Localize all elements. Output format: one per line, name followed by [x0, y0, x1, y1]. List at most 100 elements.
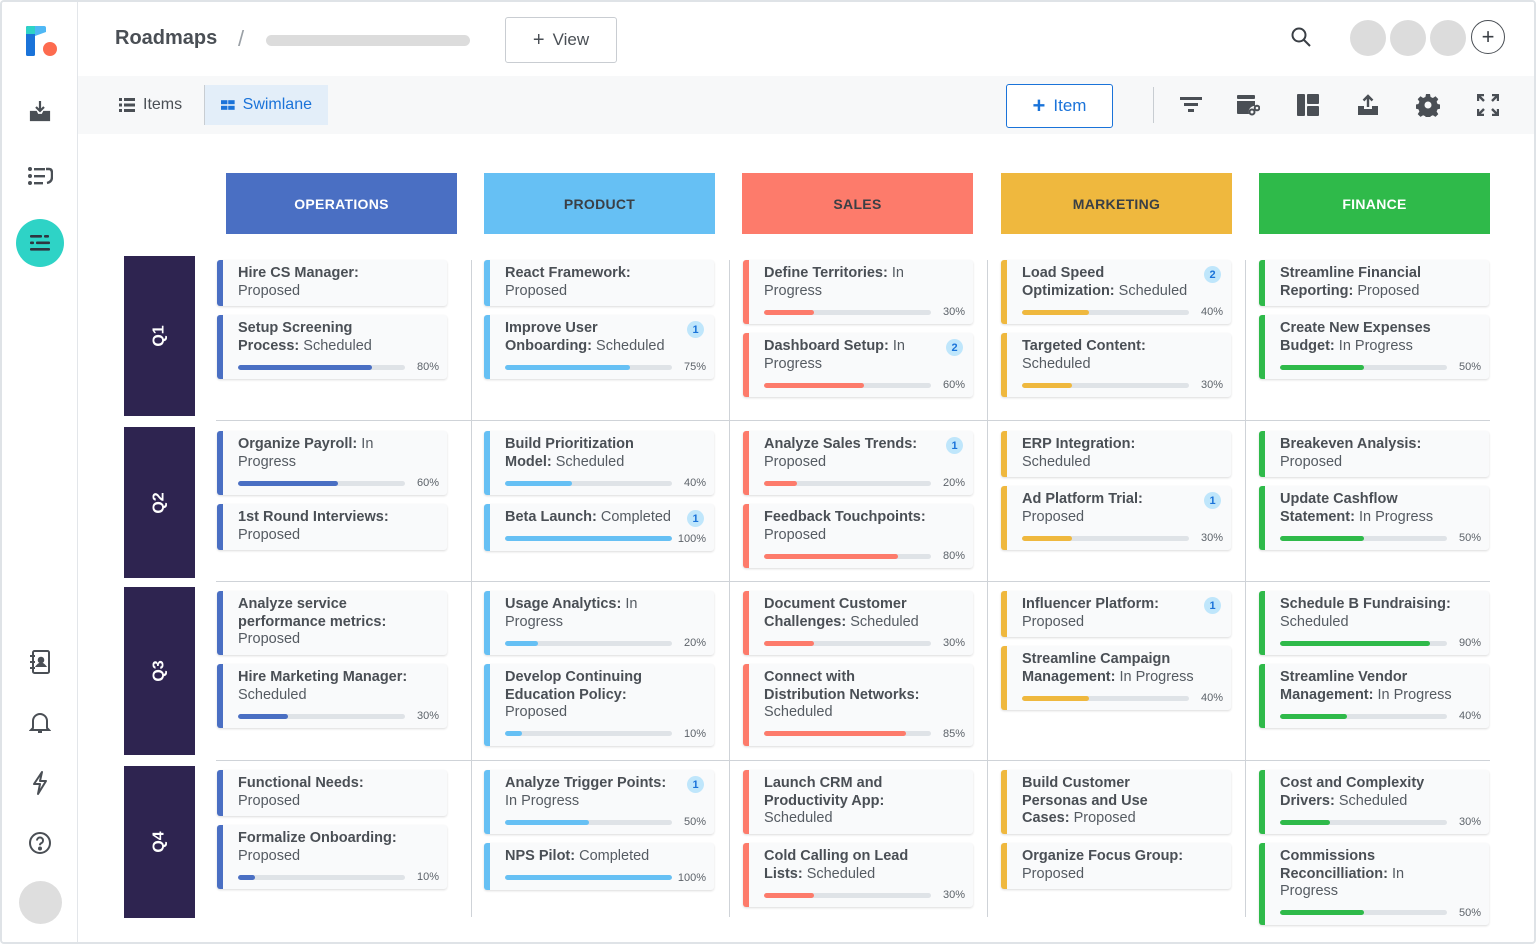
roadmap-item-card[interactable]: Dashboard Setup: In Progress 2 60%: [743, 333, 973, 397]
user-avatar[interactable]: [19, 881, 62, 924]
roadmap-item-card[interactable]: Hire Marketing Manager: Scheduled 30%: [217, 664, 447, 728]
roadmap-item-card[interactable]: Analyze Trigger Points: In Progress 1 50%: [484, 770, 714, 834]
comment-count-badge[interactable]: 1: [946, 437, 963, 454]
roadmap-item-card[interactable]: Commissions Reconcilliation: In Progress…: [1259, 843, 1489, 925]
roadmap-item-card[interactable]: NPS Pilot: Completed 100%: [484, 843, 714, 890]
roadmap-item-card[interactable]: Usage Analytics: In Progress 20%: [484, 591, 714, 655]
tab-swimlane[interactable]: Swimlane: [204, 85, 328, 125]
search-icon[interactable]: [1290, 26, 1314, 50]
roadmap-item-card[interactable]: Formalize Onboarding: Proposed 10%: [217, 825, 447, 889]
progress-value: 40%: [1200, 692, 1223, 704]
roadmap-item-card[interactable]: Load Speed Optimization: Scheduled 2 40%: [1001, 260, 1231, 324]
lane-label-q1[interactable]: Q1: [124, 256, 195, 416]
roadmap-item-card[interactable]: Define Territories: In Progress 30%: [743, 260, 973, 324]
roadmap-item-card[interactable]: Develop Continuing Education Policy: Pro…: [484, 664, 714, 746]
comment-count-badge[interactable]: 1: [687, 776, 704, 793]
roadmap-item-card[interactable]: Streamline Vendor Management: In Progres…: [1259, 664, 1489, 728]
roadmap-item-card[interactable]: Feedback Touchpoints: Proposed 80%: [743, 504, 973, 568]
roadmap-item-card[interactable]: 1st Round Interviews: Proposed: [217, 504, 447, 550]
fullscreen-icon[interactable]: [1476, 93, 1500, 117]
roadmap-item-card[interactable]: Document Customer Challenges: Scheduled 3…: [743, 591, 973, 655]
progress-row: 30%: [764, 889, 965, 901]
comment-count-badge[interactable]: 1: [687, 321, 704, 338]
tab-items[interactable]: Items: [103, 85, 198, 125]
roadmap-item-card[interactable]: Build Prioritization Model: Scheduled 40%: [484, 431, 714, 495]
lightning-icon[interactable]: [24, 767, 56, 799]
roadmap-item-card[interactable]: Launch CRM and Productivity App: Schedul…: [743, 770, 973, 834]
collaborator-avatar[interactable]: [1390, 20, 1426, 56]
lane-label-q4[interactable]: Q4: [124, 766, 195, 918]
roadmap-item-card[interactable]: Create New Expenses Budget: In Progress 5…: [1259, 315, 1489, 379]
item-status: Scheduled: [1280, 613, 1349, 630]
roadmap-item-card[interactable]: Cost and Complexity Drivers: Scheduled 30…: [1259, 770, 1489, 834]
add-item-button[interactable]: + Item: [1006, 84, 1113, 128]
roadmap-item-card[interactable]: Beta Launch: Completed 1 100%: [484, 504, 714, 551]
help-icon[interactable]: [24, 827, 56, 859]
contacts-icon[interactable]: [24, 646, 56, 678]
bell-icon[interactable]: [24, 706, 56, 738]
item-text: Ad Platform Trial: Proposed: [1022, 491, 1223, 526]
roadmap-item-card[interactable]: Ad Platform Trial: Proposed 1 30%: [1001, 486, 1231, 550]
item-text: Commissions Reconcilliation: In Progress: [1280, 848, 1481, 901]
inbox-download-icon[interactable]: [24, 95, 56, 127]
roadmap-item-card[interactable]: Schedule B Fundraising: Scheduled 90%: [1259, 591, 1489, 655]
list-return-icon[interactable]: [24, 160, 56, 192]
progress-row: 40%: [1022, 306, 1223, 318]
item-status: Scheduled: [1114, 282, 1188, 299]
progress-fill: [764, 382, 865, 388]
roadmap-item-card[interactable]: React Framework: Proposed: [484, 260, 714, 306]
comment-count-badge[interactable]: 1: [687, 510, 704, 527]
column-header-product[interactable]: PRODUCT: [484, 173, 715, 234]
roadmap-item-card[interactable]: Streamline Campaign Management: In Progr…: [1001, 646, 1231, 710]
roadmap-item-card[interactable]: Organize Focus Group: Proposed: [1001, 843, 1231, 889]
layout-icon[interactable]: [1296, 93, 1320, 117]
roadmap-icon[interactable]: [16, 219, 64, 267]
roadmap-item-card[interactable]: Influencer Platform: Proposed 1: [1001, 591, 1231, 637]
column-header-marketing[interactable]: MARKETING: [1001, 173, 1232, 234]
roadmap-link-icon[interactable]: [1236, 93, 1260, 117]
item-status: Scheduled: [238, 686, 307, 703]
settings-icon[interactable]: [1416, 93, 1440, 117]
collaborator-avatar[interactable]: [1350, 20, 1386, 56]
lane-label-q2[interactable]: Q2: [124, 427, 195, 578]
item-status: Scheduled: [299, 337, 372, 354]
comment-count-badge[interactable]: 1: [1204, 492, 1221, 509]
roadmap-item-card[interactable]: Streamline Financial Reporting: Proposed: [1259, 260, 1489, 306]
roadmap-item-card[interactable]: ERP Integration: Scheduled: [1001, 431, 1231, 477]
comment-count-badge[interactable]: 2: [1204, 266, 1221, 283]
column-header-sales[interactable]: SALES: [742, 173, 973, 234]
roadmap-item-card[interactable]: Analyze Sales Trends: Proposed 1 20%: [743, 431, 973, 495]
roadmap-item-card[interactable]: Analyze service performance metrics: Pro…: [217, 591, 447, 655]
roadmap-item-card[interactable]: Targeted Content: Scheduled 30%: [1001, 333, 1231, 397]
export-icon[interactable]: [1356, 93, 1380, 117]
add-view-button[interactable]: + View: [505, 17, 617, 63]
roadmap-item-card[interactable]: Cold Calling on Lead Lists: Scheduled 30%: [743, 843, 973, 907]
item-status: Scheduled: [551, 453, 625, 470]
progress-value: 40%: [1458, 710, 1481, 722]
filter-icon[interactable]: [1179, 93, 1203, 117]
item-status: Proposed: [1022, 613, 1085, 630]
breadcrumb-placeholder[interactable]: [266, 35, 470, 46]
app-logo-icon[interactable]: [24, 24, 60, 60]
comment-count-badge[interactable]: 2: [946, 339, 963, 356]
collaborator-avatar[interactable]: [1430, 20, 1466, 56]
lane-label-q3[interactable]: Q3: [124, 587, 195, 755]
roadmap-item-card[interactable]: Breakeven Analysis: Proposed: [1259, 431, 1489, 477]
roadmap-item-card[interactable]: Organize Payroll: In Progress 60%: [217, 431, 447, 495]
add-collaborator-button[interactable]: +: [1471, 20, 1505, 54]
roadmap-item-card[interactable]: Hire CS Manager: Proposed: [217, 260, 447, 306]
roadmap-item-card[interactable]: Setup Screening Process: Scheduled 80%: [217, 315, 447, 379]
roadmap-item-card[interactable]: Functional Needs: Proposed: [217, 770, 447, 816]
roadmap-item-card[interactable]: Update Cashflow Statement: In Progress 50…: [1259, 486, 1489, 550]
column-header-operations[interactable]: OPERATIONS: [226, 173, 457, 234]
roadmap-item-card[interactable]: Build Customer Personas and Use Cases: P…: [1001, 770, 1231, 834]
item-title: Usage Analytics:: [505, 596, 622, 612]
progress-value: 30%: [942, 637, 965, 649]
item-status: Proposed: [1280, 453, 1343, 470]
progress-bar: [238, 364, 405, 370]
roadmap-item-card[interactable]: Improve User Onboarding: Scheduled 1 75%: [484, 315, 714, 379]
column-header-finance[interactable]: FINANCE: [1259, 173, 1490, 234]
roadmap-item-card[interactable]: Connect with Distribution Networks: Sche…: [743, 664, 973, 746]
comment-count-badge[interactable]: 1: [1204, 597, 1221, 614]
item-text: Build Prioritization Model: Scheduled: [505, 436, 706, 471]
